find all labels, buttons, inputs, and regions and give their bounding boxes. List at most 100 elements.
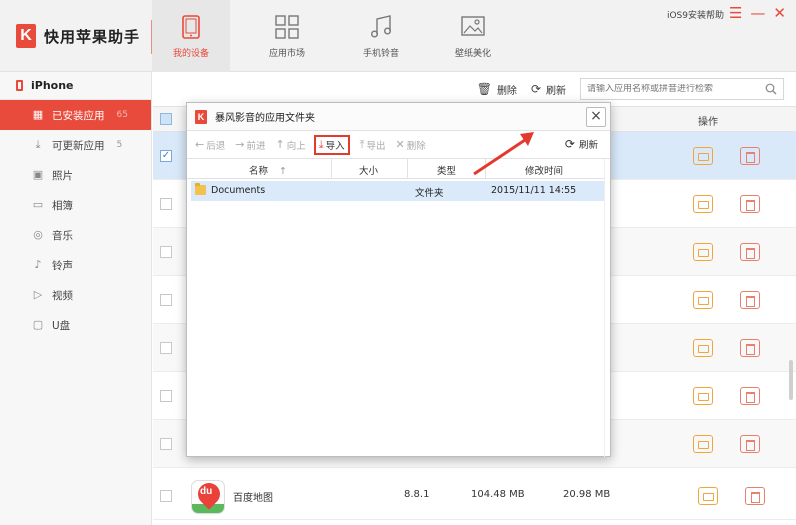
back-button[interactable]: ← 后退 (195, 138, 225, 152)
refresh-button[interactable]: ⟳ 刷新 (531, 82, 566, 97)
delete-button[interactable]: 🗑 删除 (477, 82, 517, 97)
file-row[interactable]: Documents 文件夹 2015/11/11 14:55 (191, 181, 605, 201)
x-icon: ✕ (395, 138, 405, 151)
app-logo: K 快用苹果助手 (0, 0, 152, 72)
search-icon[interactable] (765, 83, 777, 95)
sidebar-item-ringtones[interactable]: ♪ 铃声 (0, 250, 151, 280)
music-icon: ◎ (33, 228, 43, 241)
row-delete-button[interactable] (740, 435, 760, 453)
app-name: 快用苹果助手 (44, 27, 141, 46)
column-name[interactable]: 名称 ↑ (249, 163, 287, 177)
export-button[interactable]: ⤒ 导出 (360, 138, 386, 152)
column-size[interactable]: 大小 (359, 163, 378, 177)
content-toolbar: 🗑 删除 ⟳ 刷新 (153, 72, 796, 106)
open-folder-button[interactable] (693, 195, 713, 213)
row-checkbox[interactable] (160, 438, 172, 450)
row-delete-button[interactable] (740, 147, 760, 165)
row-checkbox[interactable] (160, 390, 172, 402)
phone-icon (16, 80, 23, 91)
baidu-map-app-icon: du (191, 480, 225, 514)
forward-button[interactable]: → 前进 (235, 138, 265, 152)
row-delete-button[interactable] (740, 387, 760, 405)
row-checkbox[interactable] (160, 246, 172, 258)
row-delete-button[interactable] (740, 291, 760, 309)
sidebar-item-music[interactable]: ◎ 音乐 (0, 220, 151, 250)
arrow-right-icon: → (235, 138, 245, 151)
tab-wallpaper[interactable]: 壁纸美化 (434, 0, 512, 72)
video-icon: ▷ (33, 288, 43, 301)
app-version: 8.8.1 (404, 489, 430, 500)
tablet-icon (178, 14, 204, 40)
app-size: 104.48 MB (471, 489, 525, 500)
minimize-icon[interactable]: — (750, 4, 765, 22)
photo-icon: ▣ (32, 168, 44, 181)
image-icon (460, 14, 486, 40)
sidebar-item-albums[interactable]: ▭ 相簿 (0, 190, 151, 220)
album-icon: ▭ (32, 198, 44, 211)
row-checkbox[interactable] (160, 342, 172, 354)
dialog-close-button[interactable]: × (586, 107, 606, 127)
tab-app-market[interactable]: 应用市场 (248, 0, 326, 72)
open-folder-button[interactable] (693, 387, 713, 405)
music-note-icon (368, 14, 394, 40)
scrollbar-thumb[interactable] (789, 360, 793, 400)
file-type: 文件夹 (415, 188, 444, 199)
up-button[interactable]: ↑ 向上 (275, 138, 305, 152)
open-folder-button[interactable] (693, 291, 713, 309)
app-folder-dialog: K 暴风影音的应用文件夹 × ← 后退 → 前进 ↑ 向上 ⤓ 导入 ⤒ 导出 … (186, 102, 611, 457)
open-folder-button[interactable] (693, 147, 713, 165)
menu-icon[interactable]: ☰ (729, 4, 742, 22)
sidebar-item-videos[interactable]: ▷ 视频 (0, 280, 151, 310)
row-checkbox[interactable] (160, 198, 172, 210)
file-name: Documents (211, 185, 266, 196)
window-controls: ☰ — ✕ (729, 4, 786, 22)
top-bar: K 快用苹果助手 我的设备 应用市场 手机铃音 壁纸美化 iOS9安装帮助 ☰ … (0, 0, 796, 72)
table-row[interactable]: du 百度地图 8.8.1 104.48 MB 20.98 MB (153, 472, 796, 520)
row-delete-button[interactable] (740, 339, 760, 357)
tab-my-device[interactable]: 我的设备 (152, 0, 230, 72)
tab-ringtones[interactable]: 手机铃音 (342, 0, 420, 72)
dialog-refresh-button[interactable]: ⟳ 刷新 (565, 137, 598, 151)
sidebar-item-installed-apps[interactable]: ▦ 已安装应用 65 (0, 100, 151, 130)
usb-icon: ▢ (32, 318, 44, 331)
row-delete-button[interactable] (740, 243, 760, 261)
open-folder-button[interactable] (693, 339, 713, 357)
device-header[interactable]: iPhone (0, 72, 151, 100)
sidebar-item-photos[interactable]: ▣ 照片 (0, 160, 151, 190)
sidebar-item-updatable-apps[interactable]: ⤓ 可更新应用 5 (0, 130, 151, 160)
search-box (580, 78, 784, 100)
open-folder-button[interactable] (698, 487, 718, 505)
column-modified[interactable]: 修改时间 (525, 163, 563, 177)
close-icon[interactable]: ✕ (773, 4, 786, 22)
scrollbar[interactable] (786, 132, 796, 525)
logo-icon: K (195, 109, 207, 124)
logo-icon: K (16, 24, 36, 48)
dialog-toolbar: ← 后退 → 前进 ↑ 向上 ⤓ 导入 ⤒ 导出 ✕ 删除 ⟳ 刷新 (187, 131, 610, 159)
file-list-header: 名称 ↑ 大小 类型 修改时间 (187, 159, 605, 179)
folder-icon (195, 183, 206, 195)
search-input[interactable] (587, 84, 765, 94)
column-type[interactable]: 类型 (437, 163, 456, 177)
update-icon: ⤓ (35, 138, 41, 151)
ios9-help-link[interactable]: iOS9安装帮助 (667, 8, 724, 21)
dialog-scrollbar[interactable] (604, 159, 610, 457)
sort-arrow-icon: ↑ (279, 166, 288, 177)
open-folder-button[interactable] (693, 243, 713, 261)
import-icon: ⤓ (318, 137, 324, 151)
arrow-up-icon: ↑ (275, 138, 285, 151)
ringtone-icon: ♪ (34, 258, 42, 271)
select-all-checkbox[interactable] (160, 113, 172, 125)
row-delete-button[interactable] (740, 195, 760, 213)
app-document-size: 20.98 MB (563, 489, 611, 500)
row-checkbox[interactable]: ✓ (160, 150, 172, 162)
export-icon: ⤒ (359, 137, 365, 151)
row-checkbox[interactable] (160, 294, 172, 306)
app-name: 百度地图 (233, 493, 273, 504)
sidebar-item-usb[interactable]: ▢ U盘 (0, 310, 151, 340)
row-checkbox[interactable] (160, 490, 172, 502)
import-button[interactable]: ⤓ 导入 (313, 134, 350, 155)
open-folder-button[interactable] (693, 435, 713, 453)
dialog-title: 暴风影音的应用文件夹 (215, 113, 315, 124)
dialog-delete-button[interactable]: ✕ 删除 (395, 138, 425, 152)
row-delete-button[interactable] (745, 487, 765, 505)
